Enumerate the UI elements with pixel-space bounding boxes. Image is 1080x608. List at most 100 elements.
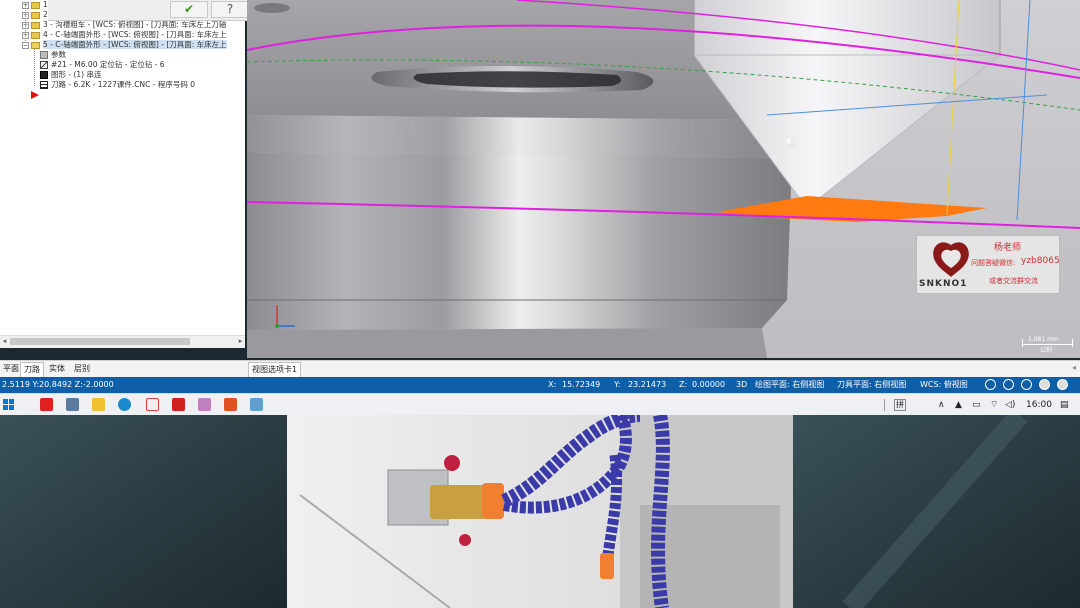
wcs[interactable]: WCS: 俯视图 [920, 377, 968, 393]
watermark-contact-label: 问题答疑微信: [971, 259, 1016, 267]
help-icon: ? [226, 2, 234, 16]
tree-row-label: 参数 [51, 50, 66, 59]
graphics-viewport[interactable]: SNKNO1 杨老师 问题答疑微信: yzb8065 或者交流群交流 1.081… [247, 0, 1080, 358]
x-value[interactable]: 15.72349 [562, 377, 600, 393]
insert-arrow-icon [31, 91, 39, 99]
z-value[interactable]: 0.00000 [692, 377, 725, 393]
check-icon: ✔ [183, 2, 195, 16]
machine-camera-feed [0, 415, 1080, 608]
tab-levels[interactable]: 层别 [71, 362, 93, 376]
battery-icon[interactable]: ▭ [972, 394, 981, 416]
axis-line-blue [1016, 0, 1031, 221]
mastercam-icon[interactable] [172, 398, 185, 411]
part-bottom [247, 328, 767, 358]
tree-row-label: 刀路 - 6.2K - 1227课件.CNC - 程序号码 0 [51, 80, 195, 89]
watermark-logo-text: SNKNO1 [919, 279, 968, 289]
file-explorer-icon[interactable] [92, 398, 105, 411]
scale-tick [1072, 339, 1073, 347]
tab-scroll-icon[interactable]: ◂ [1072, 363, 1076, 372]
draw-plane[interactable]: 绘图平面: 右侧视图 [755, 377, 824, 393]
cursor-coords-readout: 2.5119 Y:20.8492 Z:-2.0000 [2, 380, 114, 389]
snk-logo-icon [933, 242, 969, 277]
notification-icon[interactable]: ▤ [1060, 394, 1069, 416]
shading-icon[interactable] [1039, 379, 1050, 390]
view-mode-3d[interactable]: 3D [736, 377, 747, 393]
blurred-left [0, 415, 287, 608]
scroll-left-icon[interactable]: ◂ [0, 337, 9, 346]
folder-icon [31, 21, 40, 29]
chevron-up-icon[interactable]: ∧ [938, 394, 945, 416]
toolpath-manager-panel: +1 - +2 - +3 - 沟槽粗车 - [WCS: 俯视图] - [刀具面:… [0, 0, 245, 348]
drill-tool-icon [40, 61, 48, 69]
scale-tick [1022, 339, 1023, 347]
watermark-box: SNKNO1 杨老师 问题答疑微信: yzb8065 或者交流群交流 [916, 235, 1060, 294]
ok-button[interactable]: ✔ [170, 1, 208, 18]
folder-icon [31, 11, 40, 19]
folder-icon [31, 31, 40, 39]
tree-connector [25, 5, 26, 43]
ime-indicator[interactable]: 拼 [894, 399, 906, 411]
tree-row-geometry[interactable]: 图形 - (1) 串连 [40, 70, 101, 80]
tree-row-label: 图形 - (1) 串连 [51, 70, 102, 79]
tab-solids[interactable]: 实体 [46, 362, 68, 376]
clock-time[interactable]: 16:00 [1026, 394, 1052, 416]
camera-scene [0, 415, 1080, 608]
tree-row-toolpath[interactable]: 刀路 - 6.2K - 1227课件.CNC - 程序号码 0 [40, 80, 195, 90]
tree-row-label: 4 - C-轴端面外形 - [WCS: 俯视图] - [刀具面: 车床左上 [43, 30, 227, 39]
params-icon [40, 51, 48, 59]
tab-planes[interactable]: 平面 [0, 362, 22, 376]
scale-value: 1.081 mm [1028, 336, 1059, 343]
shading-icon[interactable] [1057, 379, 1068, 390]
watermark-wechat: yzb8065 [1021, 256, 1060, 266]
status-bar: 2.5119 Y:20.8492 Z:-2.0000 X: 15.72349 Y… [0, 377, 1080, 393]
globe-icon[interactable] [1021, 379, 1032, 390]
help-button[interactable]: ? [211, 1, 249, 18]
folder-icon [31, 1, 40, 9]
operation-toolbar: ✔ ? [48, 0, 253, 21]
taskbar-divider [884, 399, 885, 411]
network-icon[interactable]: ▲ [955, 394, 962, 416]
tree-row-label: #21 - M6.00 定位钻 - 定位钻 - 6 [51, 60, 165, 69]
watermark-teacher: 杨老师 [994, 243, 1022, 253]
windows-start-icon[interactable] [3, 399, 15, 411]
volume-icon[interactable]: ◁) [1005, 394, 1015, 416]
app-icon-photos[interactable] [250, 398, 263, 411]
image-viewer-icon[interactable] [198, 398, 211, 411]
tool-plane[interactable]: 刀具平面: 右侧视图 [837, 377, 906, 393]
tab-viewsheet-1[interactable]: 视图选项卡1 [248, 362, 302, 377]
powerpoint-icon[interactable] [224, 398, 237, 411]
app-icon-calculator[interactable] [66, 398, 79, 411]
globe-icon[interactable] [985, 379, 996, 390]
tree-row-params[interactable]: 参数 [40, 50, 66, 60]
bore-hole [254, 3, 290, 13]
y-label: Y: [614, 380, 621, 389]
toolpath-icon [40, 81, 48, 89]
tree-row-op4[interactable]: +4 - C-轴端面外形 - [WCS: 俯视图] - [刀具面: 车床左上 [22, 30, 227, 40]
z-label: Z: [679, 380, 688, 389]
brass-valve [430, 485, 485, 519]
scale-bar: 1.081 mm 公制 [1020, 336, 1076, 354]
x-label: X: [548, 380, 557, 389]
valve-handle [444, 455, 460, 471]
tree-row-op3[interactable]: +3 - 沟槽粗车 - [WCS: 俯视图] - [刀具面: 车床左上刀轴 [22, 20, 226, 30]
tree-row-label: 5 - C-轴端面外形 - [WCS: 俯视图] - [刀具面: 车床左上 [43, 40, 227, 49]
tree-row-op5[interactable]: −5 - C-轴端面外形 - [WCS: 俯视图] - [刀具面: 车床左上 [22, 40, 227, 50]
valve-handle [459, 534, 471, 546]
scrollbar-thumb[interactable] [10, 338, 190, 345]
tree-row-label: 3 - 沟槽粗车 - [WCS: 俯视图] - [刀具面: 车床左上刀轴 [43, 20, 227, 29]
globe-icon[interactable] [1003, 379, 1014, 390]
tree-horizontal-scrollbar[interactable]: ◂ ▸ [0, 335, 245, 348]
app-icon-ha[interactable] [146, 398, 159, 411]
part-side-face [247, 152, 792, 330]
tab-toolpaths[interactable]: 刀路 [20, 362, 44, 377]
app-icon-red[interactable] [40, 398, 53, 411]
slot-hole-depth [413, 71, 621, 88]
y-value[interactable]: 23.21473 [628, 377, 666, 393]
edge-browser-icon[interactable] [118, 398, 131, 411]
scroll-right-icon[interactable]: ▸ [236, 337, 245, 346]
scale-unit: 公制 [1040, 347, 1053, 354]
hose-nozzle [600, 553, 614, 579]
wifi-icon[interactable]: ⌔ [990, 394, 998, 416]
tree-row-tool[interactable]: #21 - M6.00 定位钻 - 定位钻 - 6 [40, 60, 165, 70]
windows-taskbar: 拼 ∧ ▲ ▭ ⌔ ◁) 16:00 ▤ [0, 393, 1080, 416]
